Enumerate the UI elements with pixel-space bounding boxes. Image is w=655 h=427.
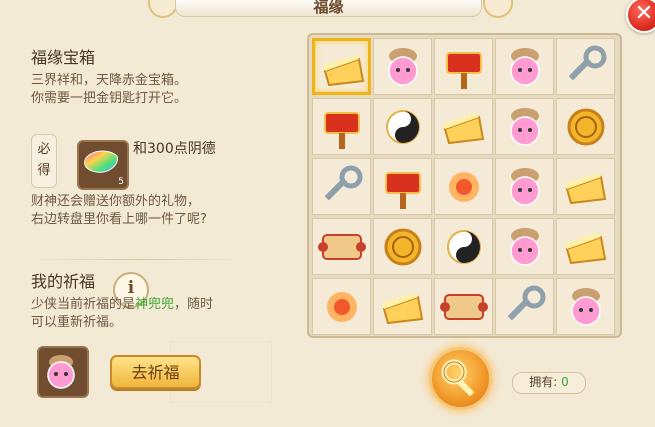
scroll-icon	[318, 234, 366, 260]
prize-cell[interactable]	[312, 218, 371, 275]
prize-cell[interactable]	[373, 278, 432, 335]
gold-coin-icon	[384, 228, 422, 266]
prize-cell[interactable]	[495, 98, 554, 155]
prize-cell[interactable]	[495, 158, 554, 215]
owned-value: 0	[561, 375, 569, 389]
silver-key-icon	[507, 285, 546, 321]
gold-coin-icon	[567, 108, 605, 146]
bonus-desc-1: 财神还会赠送你额外的礼物，	[31, 194, 201, 209]
prize-cell[interactable]	[556, 278, 615, 335]
divider	[30, 259, 248, 260]
fire-orb-icon	[327, 292, 357, 322]
reward-text: 和300点阴德	[133, 141, 216, 157]
wish-desc-prefix: 少侠当前祈福的是	[31, 297, 136, 312]
cheese-icon	[382, 293, 424, 325]
prize-cell[interactable]	[312, 98, 371, 155]
cheese-icon	[323, 55, 365, 87]
owned-counter: 拥有: 0	[512, 372, 586, 394]
prize-cell[interactable]	[556, 158, 615, 215]
prize-cell[interactable]	[495, 218, 554, 275]
box-title: 福缘宝箱	[31, 48, 96, 67]
bonus-desc-2: 右边转盘里你看上哪一件了呢?	[31, 212, 207, 227]
pink-pet-icon	[388, 48, 418, 86]
prize-cell[interactable]	[556, 98, 615, 155]
cheese-icon	[565, 233, 607, 265]
box-desc-2: 你需要一把金钥匙打开它。	[31, 91, 188, 106]
red-hammer-icon	[324, 112, 360, 149]
yinyang-icon	[447, 230, 481, 264]
owned-label: 拥有:	[529, 375, 558, 389]
go-wish-button[interactable]: 去祈福	[110, 355, 201, 389]
prize-cell[interactable]	[495, 278, 554, 335]
guaranteed-badge: 必 得	[31, 134, 57, 188]
wish-desc-2: 可以重新祈福。	[31, 315, 123, 330]
prize-grid	[307, 33, 622, 338]
prize-cell[interactable]	[434, 218, 493, 275]
cheese-icon	[443, 113, 485, 145]
guaranteed-char-2: 得	[37, 163, 51, 178]
spin-button[interactable]	[429, 347, 492, 410]
silver-key-icon	[568, 45, 607, 81]
rainbow-gem-icon	[84, 150, 118, 173]
guaranteed-char-1: 必	[37, 142, 51, 157]
prize-cell[interactable]	[312, 278, 371, 335]
wish-desc-suffix: ，随时	[174, 297, 214, 312]
box-desc-1: 三界祥和，天降赤金宝箱。	[31, 73, 188, 88]
prize-cell[interactable]	[556, 218, 615, 275]
wish-desc-1: 少侠当前祈福的是神兜兜，随时	[31, 296, 213, 314]
cheese-icon	[565, 173, 607, 205]
close-button[interactable]: ✕	[626, 0, 655, 33]
prize-cell[interactable]	[373, 98, 432, 155]
gold-key-icon	[441, 359, 475, 397]
reward-count: 5	[118, 177, 124, 187]
scroll-icon	[440, 294, 488, 320]
fortune-panel: 福缘 ✕ 福缘宝箱 三界祥和，天降赤金宝箱。 你需要一把金钥匙打开它。 必 得 …	[0, 0, 655, 427]
pink-pet-icon	[571, 288, 601, 326]
red-hammer-icon	[385, 172, 421, 209]
prize-cell[interactable]	[434, 98, 493, 155]
prize-cell[interactable]	[373, 218, 432, 275]
pink-pet-icon	[510, 108, 540, 146]
silver-key-icon	[324, 165, 363, 201]
prize-cell[interactable]	[556, 38, 615, 95]
title-banner: 福缘	[175, 0, 482, 17]
prize-cell[interactable]	[312, 158, 371, 215]
yinyang-icon	[386, 110, 420, 144]
left-panel: 福缘宝箱 三界祥和，天降赤金宝箱。 你需要一把金钥匙打开它。 必 得 5 和30…	[0, 16, 272, 427]
wish-item-slot[interactable]	[37, 346, 89, 398]
pink-pet-icon	[510, 48, 540, 86]
wish-title: 我的祈福	[31, 272, 96, 291]
fire-orb-icon	[449, 172, 479, 202]
wish-target: 神兜兜	[135, 297, 175, 312]
red-hammer-icon	[446, 52, 482, 89]
prize-cell[interactable]	[373, 158, 432, 215]
prize-cell[interactable]	[373, 38, 432, 95]
panel-title: 福缘	[313, 0, 344, 16]
reward-item[interactable]: 5	[77, 140, 129, 190]
prize-cell[interactable]	[312, 38, 371, 95]
pink-pet-icon	[510, 228, 540, 266]
prize-cell[interactable]	[434, 38, 493, 95]
pink-pet-icon	[47, 355, 75, 389]
ornament-right	[483, 0, 513, 18]
prize-cell[interactable]	[434, 278, 493, 335]
prize-cell[interactable]	[495, 38, 554, 95]
prize-cell[interactable]	[434, 158, 493, 215]
pink-pet-icon	[510, 168, 540, 206]
close-icon: ✕	[634, 1, 654, 26]
